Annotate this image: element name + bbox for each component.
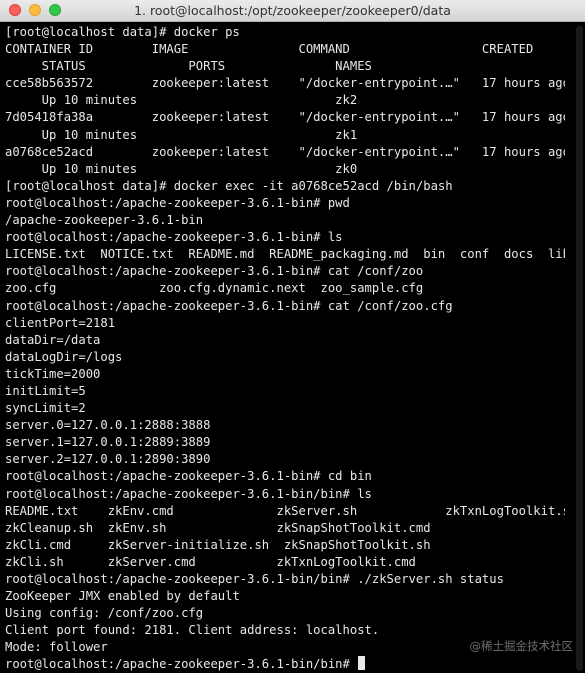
terminal-line: a0768ce52acd zookeeper:latest "/docker-e… bbox=[5, 144, 565, 159]
terminal-line: root@localhost:/apache-zookeeper-3.6.1-b… bbox=[5, 195, 350, 210]
terminal-line: 7d05418fa38a zookeeper:latest "/docker-e… bbox=[5, 110, 565, 125]
terminal-line: root@localhost:/apache-zookeeper-3.6.1-b… bbox=[5, 298, 453, 313]
window-title: 1. root@localhost:/opt/zookeeper/zookeep… bbox=[134, 3, 451, 18]
terminal-line: zkCleanup.sh zkEnv.sh zkSnapShotToolkit.… bbox=[5, 520, 431, 535]
terminal-line: [root@localhost data]# docker ps bbox=[5, 25, 240, 39]
watermark: @稀土掘金技术社区 bbox=[469, 639, 574, 653]
terminal-line: dataDir=/data bbox=[5, 332, 101, 347]
terminal-window: 1. root@localhost:/opt/zookeeper/zookeep… bbox=[0, 0, 585, 673]
terminal-line: server.1=127.0.0.1:2889:3889 bbox=[5, 435, 211, 450]
terminal-line: zoo.cfg zoo.cfg.dynamic.next zoo_sample.… bbox=[5, 281, 424, 296]
terminal-line: root@localhost:/apache-zookeeper-3.6.1-b… bbox=[5, 486, 372, 501]
terminal-line: root@localhost:/apache-zookeeper-3.6.1-b… bbox=[5, 230, 343, 245]
terminal-line: server.0=127.0.0.1:2888:3888 bbox=[5, 418, 211, 433]
terminal-line: server.2=127.0.0.1:2890:3890 bbox=[5, 452, 211, 467]
terminal-line: CONTAINER ID IMAGE COMMAND CREATED bbox=[5, 42, 534, 57]
terminal-line: Up 10 minutes zk0 bbox=[5, 161, 358, 176]
terminal-line: [root@localhost data]# docker exec -it a… bbox=[5, 178, 453, 193]
terminal-line: root@localhost:/apache-zookeeper-3.6.1-b… bbox=[5, 264, 424, 279]
terminal-line: zkCli.cmd zkServer-initialize.sh zkSnapS… bbox=[5, 537, 431, 552]
terminal-line: root@localhost:/apache-zookeeper-3.6.1-b… bbox=[5, 572, 504, 586]
terminal-line: clientPort=2181 bbox=[5, 315, 116, 330]
terminal-line: LICENSE.txt NOTICE.txt README.md README_… bbox=[5, 247, 565, 262]
terminal-line: Client port found: 2181. Client address:… bbox=[5, 623, 380, 638]
terminal-line: README.txt zkEnv.cmd zkServer.sh zkTxnLo… bbox=[5, 503, 565, 518]
terminal-line: Up 10 minutes zk1 bbox=[5, 127, 358, 142]
terminal-line: STATUS PORTS NAMES bbox=[5, 59, 372, 74]
cursor bbox=[358, 656, 366, 671]
terminal-line: ZooKeeper JMX enabled by default bbox=[5, 589, 240, 604]
terminal-line: dataLogDir=/logs bbox=[5, 349, 123, 364]
terminal-line: tickTime=2000 bbox=[5, 366, 101, 381]
terminal-line: syncLimit=2 bbox=[5, 401, 86, 416]
terminal-line: zkCli.sh zkServer.cmd zkTxnLogToolkit.cm… bbox=[5, 554, 416, 569]
terminal-line: /apache-zookeeper-3.6.1-bin bbox=[5, 213, 204, 228]
prompt-text: root@localhost:/apache-zookeeper-3.6.1-b… bbox=[5, 657, 358, 672]
terminal-line: root@localhost:/apache-zookeeper-3.6.1-b… bbox=[5, 469, 372, 484]
terminal-line: initLimit=5 bbox=[5, 383, 86, 398]
terminal-line: cce58b563572 zookeeper:latest "/docker-e… bbox=[5, 76, 565, 91]
prompt-line[interactable]: root@localhost:/apache-zookeeper-3.6.1-b… bbox=[5, 656, 565, 673]
title-bar[interactable]: 1. root@localhost:/opt/zookeeper/zookeep… bbox=[0, 0, 585, 22]
terminal-line: Using config: /conf/zoo.cfg bbox=[5, 606, 204, 621]
terminal-output[interactable]: [root@localhost data]# docker ps CONTAINE… bbox=[5, 24, 565, 673]
scrollbar[interactable] bbox=[576, 26, 583, 671]
terminal-line: Up 10 minutes zk2 bbox=[5, 93, 358, 108]
